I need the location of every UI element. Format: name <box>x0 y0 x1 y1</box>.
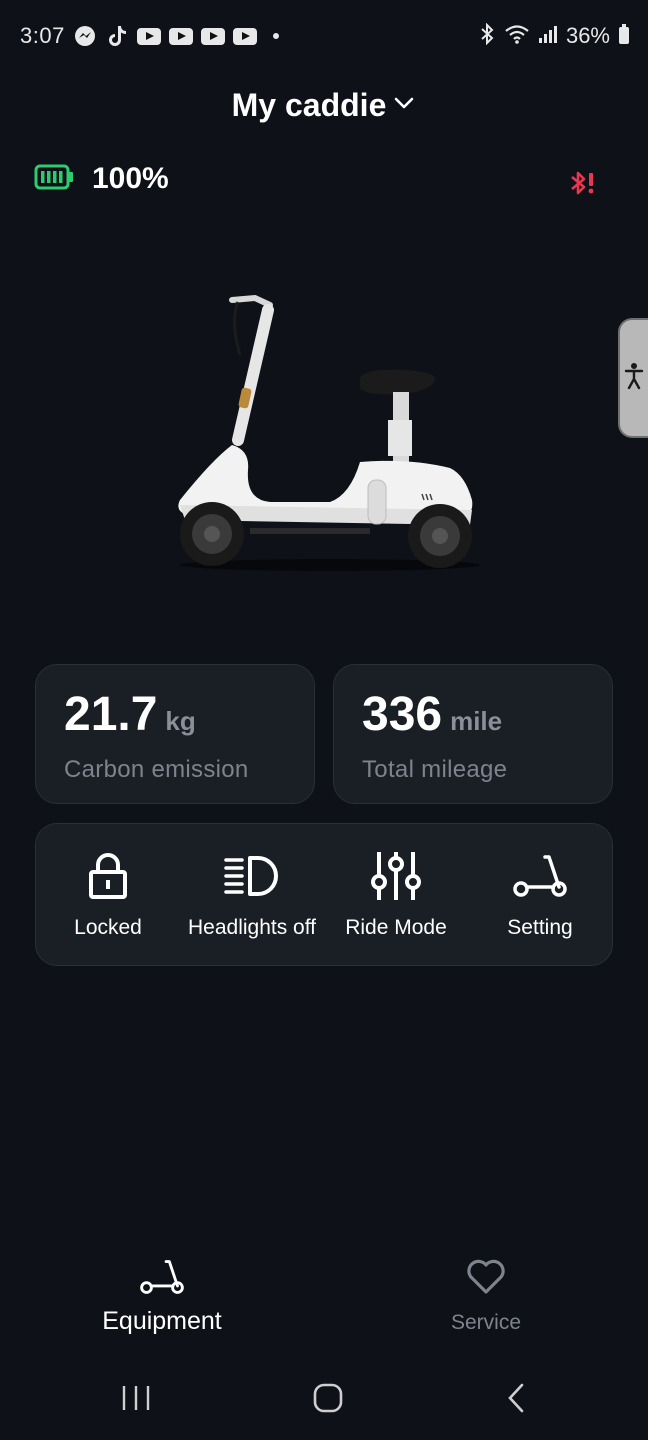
control-label: Locked <box>74 915 142 939</box>
messenger-icon <box>73 24 97 48</box>
home-button[interactable] <box>312 1382 344 1419</box>
bluetooth-disconnected-icon[interactable] <box>568 168 598 203</box>
more-notifications-dot <box>272 33 279 39</box>
total-mileage-card: 336 mile Total mileage <box>333 664 613 804</box>
youtube-icon <box>232 27 257 45</box>
nav-label: Equipment <box>102 1307 222 1335</box>
stat-value: 21.7 <box>64 688 158 741</box>
youtube-icon <box>168 27 193 45</box>
stats-row: 21.7 kg Carbon emission 336 mile Total m… <box>35 664 613 804</box>
headlights-button[interactable]: Headlights off <box>182 850 322 940</box>
bottom-nav: Equipment Service <box>0 1258 648 1348</box>
vehicle-battery: 100% <box>34 162 169 196</box>
status-right: 36% <box>478 22 630 50</box>
stat-label: Total mileage <box>362 756 508 783</box>
status-left: 3:07 <box>20 23 279 49</box>
battery-level: 100% <box>92 162 169 195</box>
signal-icon <box>538 24 558 49</box>
stat-unit: mile <box>450 706 503 736</box>
scooter-icon <box>513 850 567 902</box>
stat-value-row: 336 mile <box>362 687 584 742</box>
heart-icon <box>465 1258 507 1301</box>
page-title: My caddie <box>231 86 387 123</box>
chevron-down-icon <box>392 91 416 120</box>
scooter-image <box>160 280 500 580</box>
battery-icon <box>618 23 630 50</box>
headlight-icon <box>224 850 280 902</box>
status-bar: 3:07 36% <box>0 0 648 72</box>
ride-mode-button[interactable]: Ride Mode <box>326 850 466 940</box>
device-selector[interactable]: My caddie <box>0 80 648 130</box>
tiktok-icon <box>105 24 129 48</box>
scooter-icon <box>140 1258 184 1301</box>
system-nav-bar <box>0 1370 648 1430</box>
wifi-icon <box>504 23 530 50</box>
control-label: Headlights off <box>187 915 317 939</box>
accessibility-icon <box>624 362 644 395</box>
carbon-emission-card: 21.7 kg Carbon emission <box>35 664 315 804</box>
stat-value: 336 <box>362 688 443 741</box>
status-battery-percent: 36% <box>565 23 610 48</box>
nav-label: Service <box>450 1311 522 1334</box>
stat-label: Carbon emission <box>64 756 249 783</box>
lock-icon <box>88 850 128 902</box>
status-time: 3:07 <box>20 23 65 48</box>
lock-button[interactable]: Locked <box>38 850 178 940</box>
accessibility-button[interactable] <box>618 318 648 438</box>
back-button[interactable] <box>504 1382 528 1419</box>
youtube-icon <box>136 27 161 45</box>
setting-button[interactable]: Setting <box>470 850 610 940</box>
control-label: Setting <box>507 915 573 939</box>
stat-unit: kg <box>165 706 196 736</box>
control-label: Ride Mode <box>345 915 447 939</box>
bluetooth-icon <box>478 22 496 50</box>
battery-full-icon <box>34 164 74 195</box>
nav-service[interactable]: Service <box>324 1258 648 1348</box>
sliders-icon <box>371 850 421 902</box>
youtube-icon <box>200 27 225 45</box>
controls-panel: Locked Headlights off Ride Mode Setting <box>35 823 613 966</box>
nav-equipment[interactable]: Equipment <box>0 1258 324 1348</box>
stat-value-row: 21.7 kg <box>64 687 286 742</box>
recent-apps-button[interactable] <box>120 1383 152 1418</box>
